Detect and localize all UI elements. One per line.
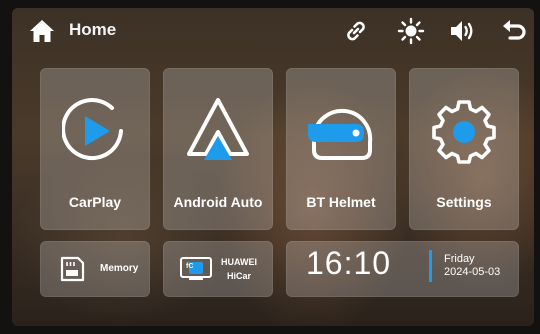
- app-label: CarPlay: [68, 194, 122, 210]
- head-unit-screen: Home CarPlay Android Auto BT Helmet Sett…: [12, 8, 534, 326]
- carplay-icon: [62, 98, 123, 161]
- android-auto-tile[interactable]: Android Auto: [163, 68, 273, 230]
- bt-helmet-tile[interactable]: BT Helmet: [286, 68, 396, 230]
- carplay-tile[interactable]: CarPlay: [40, 68, 150, 230]
- hicar-icon: [180, 257, 212, 280]
- hicar-tile[interactable]: fC HUAWEI HiCar: [163, 241, 273, 297]
- memory-tile[interactable]: Memory: [40, 241, 150, 297]
- hicar-badge: fC: [186, 263, 194, 270]
- home-icon[interactable]: [28, 17, 56, 45]
- app-label: BT Helmet: [306, 194, 376, 210]
- clock-separator: [429, 250, 432, 282]
- sd-card-icon: [60, 256, 85, 282]
- helmet-icon: [308, 108, 373, 160]
- app-label: Settings: [436, 194, 492, 210]
- clock-day: Friday: [444, 253, 475, 265]
- hicar-label-name: HiCar: [227, 271, 252, 281]
- app-label: Android Auto: [173, 194, 263, 210]
- settings-tile[interactable]: Settings: [409, 68, 519, 230]
- page-title: Home: [69, 20, 117, 39]
- top-bar: Home: [12, 8, 534, 54]
- volume-icon[interactable]: [448, 17, 476, 45]
- clock-date: 2024-05-03: [444, 266, 501, 278]
- gear-icon: [432, 100, 496, 164]
- hicar-label-brand: HUAWEI: [221, 257, 257, 267]
- back-icon[interactable]: [500, 17, 528, 45]
- link-icon[interactable]: [342, 17, 370, 45]
- android-auto-icon: [187, 98, 249, 160]
- clock-time: 16:10: [306, 245, 392, 281]
- memory-label: Memory: [100, 263, 139, 274]
- clock-widget: 16:10 Friday 2024-05-03: [286, 241, 519, 297]
- brightness-icon[interactable]: [397, 17, 425, 45]
